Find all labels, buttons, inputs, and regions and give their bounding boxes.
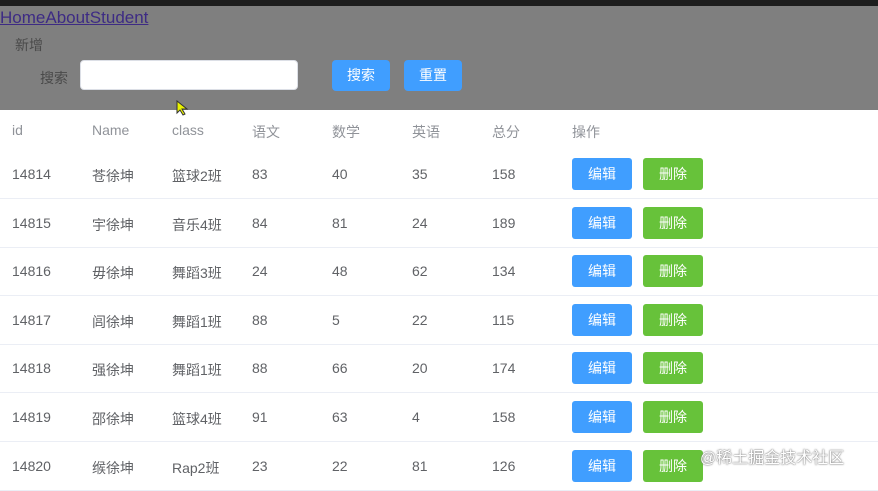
cell-class: Rap2班 (172, 459, 220, 476)
edit-button[interactable]: 编辑 (572, 255, 632, 288)
edit-button[interactable]: 编辑 (572, 158, 632, 190)
edit-button[interactable]: 编辑 (572, 401, 632, 433)
column-header-total: 总分 (492, 124, 520, 140)
cell-chinese: 24 (252, 263, 268, 280)
cell-name: 缑徐坤 (92, 459, 134, 476)
nav-link-about[interactable]: About (45, 8, 89, 27)
cell-id: 14814 (12, 166, 51, 182)
column-header-id: id (12, 122, 23, 138)
cell-math: 22 (332, 457, 348, 474)
delete-button[interactable]: 删除 (643, 401, 703, 433)
cell-id: 14819 (12, 409, 51, 425)
cell-math: 63 (332, 409, 348, 425)
edit-button[interactable]: 编辑 (572, 303, 632, 336)
table-row: 14818 强徐坤 舞蹈1班 88 66 20 174 编辑 删除 (0, 344, 878, 394)
cell-english: 81 (412, 457, 428, 474)
cell-math: 40 (332, 166, 348, 182)
column-header-english: 英语 (412, 124, 440, 140)
delete-button[interactable]: 删除 (643, 158, 703, 190)
column-header-actions: 操作 (572, 124, 600, 140)
cell-name: 宇徐坤 (92, 216, 134, 233)
cell-total: 134 (492, 263, 516, 280)
cell-total: 189 (492, 214, 516, 231)
cell-english: 24 (412, 214, 428, 231)
cell-total: 115 (492, 311, 515, 328)
cell-name: 邵徐坤 (92, 411, 134, 427)
cell-math: 81 (332, 214, 348, 231)
mouse-pointer-icon (176, 100, 189, 116)
cell-english: 20 (412, 360, 428, 377)
column-header-name: Name (92, 122, 130, 138)
top-nav: HomeAboutStudent (0, 8, 148, 28)
cell-total: 158 (492, 166, 516, 182)
nav-link-student[interactable]: Student (90, 8, 149, 27)
table-row: 14817 闾徐坤 舞蹈1班 88 5 22 115 编辑 删除 (0, 296, 878, 345)
cell-name: 苍徐坤 (92, 168, 134, 184)
cell-class: 舞蹈1班 (172, 362, 222, 379)
cell-id: 14818 (12, 360, 51, 377)
cell-english: 35 (412, 166, 428, 182)
cell-chinese: 91 (252, 409, 268, 425)
cell-total: 158 (492, 409, 516, 425)
cell-class: 舞蹈1班 (172, 313, 222, 330)
cell-english: 62 (412, 263, 428, 280)
column-header-math: 数学 (332, 124, 360, 140)
edit-button[interactable]: 编辑 (572, 352, 632, 385)
table-row: 14816 毋徐坤 舞蹈3班 24 48 62 134 编辑 删除 (0, 247, 878, 297)
nav-link-home[interactable]: Home (0, 8, 45, 27)
cell-id: 14816 (12, 263, 51, 280)
cell-name: 强徐坤 (92, 362, 134, 379)
delete-button[interactable]: 删除 (643, 449, 703, 482)
edit-button[interactable]: 编辑 (572, 449, 632, 482)
cell-name: 闾徐坤 (92, 313, 134, 330)
cell-chinese: 88 (252, 360, 268, 377)
watermark: @稀土掘金技术社区 (700, 450, 845, 467)
reset-button[interactable]: 重置 (404, 60, 462, 91)
cell-chinese: 23 (252, 457, 268, 474)
search-label: 搜索 (40, 70, 68, 86)
cell-class: 音乐4班 (172, 216, 222, 233)
cell-chinese: 88 (252, 311, 268, 328)
add-link[interactable]: 新增 (15, 35, 43, 55)
cell-math: 66 (332, 360, 348, 377)
delete-button[interactable]: 删除 (643, 352, 703, 385)
cell-english: 22 (412, 311, 428, 328)
cell-chinese: 83 (252, 166, 268, 182)
table-row: 14819 邵徐坤 篮球4班 91 63 4 158 编辑 删除 (0, 393, 878, 442)
search-input[interactable] (80, 60, 298, 90)
cell-chinese: 84 (252, 214, 268, 231)
cell-id: 14820 (12, 457, 51, 474)
table-header: id Name class 语文 数学 英语 总分 操作 (0, 110, 878, 148)
cell-name: 毋徐坤 (92, 265, 134, 282)
cell-class: 舞蹈3班 (172, 265, 222, 282)
cell-total: 126 (492, 457, 516, 474)
cell-english: 4 (412, 409, 420, 425)
column-header-class: class (172, 122, 204, 138)
column-header-chinese: 语文 (252, 124, 280, 140)
delete-button[interactable]: 删除 (643, 255, 703, 288)
table-row: 14814 苍徐坤 篮球2班 83 40 35 158 编辑 删除 (0, 150, 878, 199)
cell-id: 14815 (12, 214, 51, 231)
cell-id: 14817 (12, 311, 51, 328)
cell-total: 174 (492, 360, 516, 377)
edit-button[interactable]: 编辑 (572, 206, 632, 239)
cell-math: 48 (332, 263, 348, 280)
search-button[interactable]: 搜索 (332, 60, 390, 91)
cell-class: 篮球4班 (172, 411, 222, 427)
cell-class: 篮球2班 (172, 168, 222, 184)
delete-button[interactable]: 删除 (643, 303, 703, 336)
cell-math: 5 (332, 311, 340, 328)
delete-button[interactable]: 删除 (643, 206, 703, 239)
table-row: 14815 宇徐坤 音乐4班 84 81 24 189 编辑 删除 (0, 199, 878, 248)
